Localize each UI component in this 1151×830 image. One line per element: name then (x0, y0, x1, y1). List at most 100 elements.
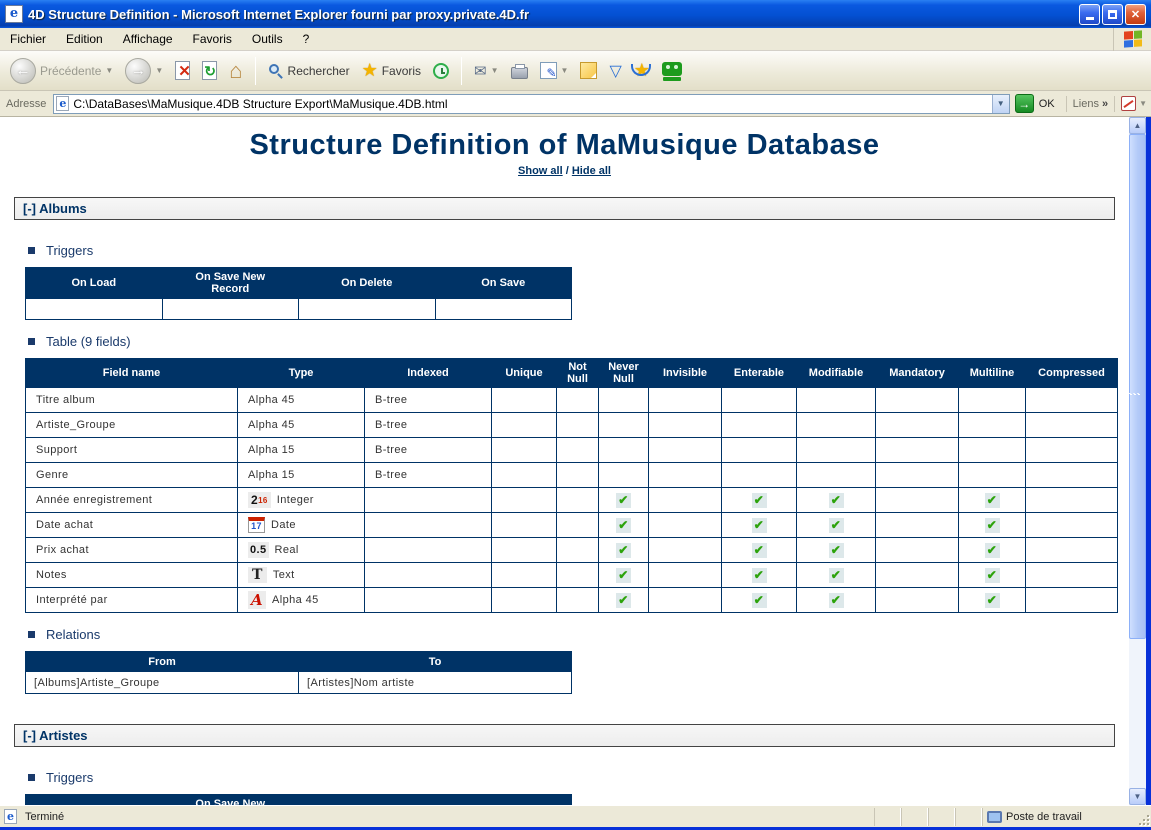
resize-grip[interactable] (1137, 813, 1151, 827)
back-dropdown-icon[interactable]: ▼ (105, 66, 113, 75)
discuss-button[interactable] (576, 60, 601, 81)
page-icon: e (56, 96, 69, 111)
fields-column-header: Mandatory (876, 359, 959, 388)
links-label: Liens (1073, 98, 1099, 110)
mail-dropdown-icon[interactable]: ▼ (491, 66, 499, 75)
minimize-button[interactable] (1079, 4, 1100, 25)
field-mandatory-cell (876, 513, 959, 538)
field-modifiable-cell: ✔ (797, 488, 876, 513)
field-enterable-cell (722, 463, 797, 488)
fields-column-header: Invisible (649, 359, 722, 388)
scroll-up-icon[interactable]: ▲ (1129, 117, 1146, 134)
menu-item[interactable]: Favoris (183, 29, 242, 49)
extension-icon[interactable] (1121, 96, 1136, 111)
field-unique-cell (492, 413, 557, 438)
checkmark-icon: ✔ (829, 543, 844, 558)
messenger-robot-icon (662, 62, 682, 76)
menu-item[interactable]: ? (293, 29, 320, 49)
fields-subtitle: Table (9 fields) (28, 334, 1129, 349)
field-unique-cell (492, 588, 557, 613)
home-icon: ⌂ (229, 60, 242, 82)
mail-button[interactable]: ✉ ▼ (470, 60, 503, 82)
field-unique-cell (492, 463, 557, 488)
menu-item[interactable]: Fichier (0, 29, 56, 49)
structure-export-page: Structure Definition of MaMusique Databa… (0, 127, 1129, 805)
print-icon (511, 67, 528, 79)
address-dropdown-icon[interactable]: ▼ (992, 95, 1009, 113)
triggers-subtitle-artistes: Triggers (28, 770, 1129, 785)
forward-button[interactable]: → ▼ (121, 56, 167, 86)
field-modifiable-cell: ✔ (797, 538, 876, 563)
field-type-cell: 17Date (238, 513, 365, 538)
link-separator: / (566, 165, 569, 177)
window-title: 4D Structure Definition - Microsoft Inte… (28, 7, 1079, 22)
field-type-label: Alpha 45 (248, 394, 295, 406)
hide-all-link[interactable]: Hide all (572, 165, 611, 177)
address-input[interactable]: e C:\DataBases\MaMusique.4DB Structure E… (53, 94, 1009, 114)
close-button[interactable]: ✕ (1125, 4, 1146, 25)
field-compressed-cell (1026, 488, 1118, 513)
forward-dropdown-icon[interactable]: ▼ (155, 66, 163, 75)
section-header-artistes[interactable]: [-] Artistes (14, 724, 1115, 747)
checkmark-icon: ✔ (829, 493, 844, 508)
address-bar: Adresse e C:\DataBases\MaMusique.4DB Str… (0, 91, 1151, 117)
triggers-column-header: On Delete (299, 268, 436, 299)
edit-dropdown-icon[interactable]: ▼ (561, 66, 569, 75)
menu-item[interactable]: Outils (242, 29, 293, 49)
triggers-column-header: On Save New Record (162, 268, 299, 299)
back-label: Précédente (40, 64, 101, 78)
toolbar-separator (461, 57, 462, 85)
menu-item[interactable]: Edition (56, 29, 113, 49)
menu-item[interactable]: Affichage (113, 29, 183, 49)
checkmark-icon: ✔ (829, 518, 844, 533)
field-row: Interprété parAAlpha 45✔✔✔✔ (26, 588, 1118, 613)
field-type-label: Real (275, 544, 299, 556)
vertical-scrollbar[interactable]: ▲ ▼ (1129, 117, 1146, 805)
real-type-icon: 0.5 (248, 542, 269, 558)
messenger-button[interactable] (658, 60, 686, 82)
stop-button[interactable]: ✕ (171, 59, 194, 82)
edit-button[interactable]: ✎ ▼ (536, 60, 573, 81)
field-compressed-cell (1026, 538, 1118, 563)
status-bar: e Terminé Poste de travail (0, 805, 1151, 827)
field-row: Date achat17Date✔✔✔✔ (26, 513, 1118, 538)
field-indexed-cell: B-tree (365, 438, 492, 463)
triggers-cell (299, 299, 436, 320)
search-button[interactable]: Rechercher (264, 61, 354, 81)
toolbar-separator (255, 57, 256, 85)
address-url[interactable]: C:\DataBases\MaMusique.4DB Structure Exp… (73, 97, 991, 111)
field-not-null-cell (557, 488, 599, 513)
print-button[interactable] (507, 61, 532, 81)
menu-bar: FichierEditionAffichageFavorisOutils? (0, 28, 1151, 51)
title-bar: e 4D Structure Definition - Microsoft In… (0, 0, 1151, 28)
fields-column-header: Field name (26, 359, 238, 388)
scrollbar-thumb[interactable] (1129, 134, 1146, 639)
checkmark-icon: ✔ (985, 518, 1000, 533)
field-enterable-cell (722, 438, 797, 463)
favorites-button[interactable]: ★ Favoris (358, 58, 425, 83)
history-button[interactable] (429, 61, 453, 81)
links-bar[interactable]: Liens » ▼ (1066, 96, 1147, 112)
field-compressed-cell (1026, 563, 1118, 588)
scroll-down-icon[interactable]: ▼ (1129, 788, 1146, 805)
messenger-star-button[interactable]: ★ (630, 58, 654, 83)
maximize-button[interactable] (1102, 4, 1123, 25)
extension-dropdown-icon[interactable]: ▼ (1139, 99, 1147, 108)
filter-button[interactable]: ▽ (605, 59, 625, 83)
go-button[interactable]: → (1015, 94, 1034, 113)
field-type-label: Alpha 45 (248, 419, 295, 431)
status-cell (928, 808, 955, 826)
links-chevron-icon[interactable]: » (1102, 98, 1108, 110)
home-button[interactable]: ⌂ (225, 58, 246, 84)
field-name-cell: Artiste_Groupe (26, 413, 238, 438)
back-button[interactable]: ← Précédente ▼ (6, 56, 117, 86)
show-all-link[interactable]: Show all (518, 165, 563, 177)
section-header-albums[interactable]: [-] Albums (14, 197, 1115, 220)
refresh-button[interactable]: ↻ (198, 59, 221, 82)
field-never-null-cell (599, 438, 649, 463)
checkmark-icon: ✔ (752, 518, 767, 533)
field-not-null-cell (557, 513, 599, 538)
field-not-null-cell (557, 388, 599, 413)
date-type-icon: 17 (248, 517, 265, 533)
field-type-cell: TText (238, 563, 365, 588)
